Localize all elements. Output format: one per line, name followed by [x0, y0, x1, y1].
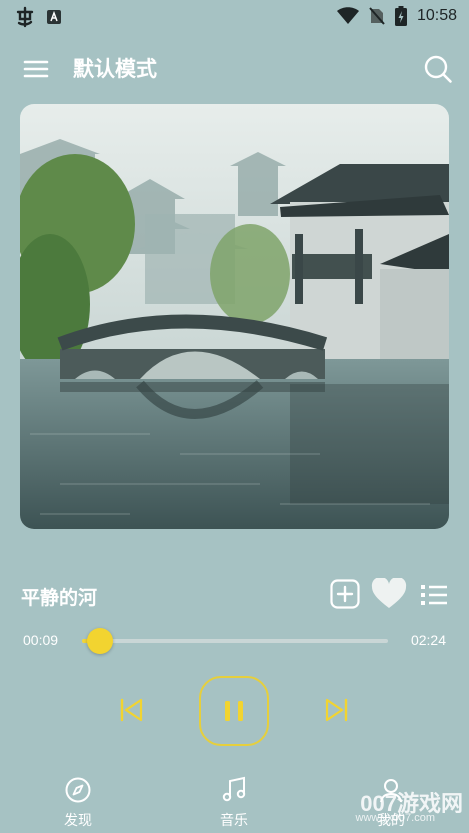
nav-label-music: 音乐 — [220, 813, 248, 829]
page-title: 默认模式 — [73, 57, 157, 81]
search-button[interactable] — [421, 52, 455, 86]
song-info-row: 平静的河 — [20, 576, 450, 614]
watermark-sub: www.yx007.com — [355, 812, 435, 824]
play-pause-button[interactable] — [199, 676, 269, 746]
nav-item-discover[interactable]: 发现 — [33, 776, 123, 830]
nav-item-music[interactable]: 音乐 — [189, 776, 279, 830]
favorite-button[interactable] — [371, 576, 407, 610]
no-sim-icon — [369, 7, 385, 25]
playlist-button[interactable] — [420, 581, 448, 609]
battery-charging-icon — [394, 6, 407, 26]
add-to-playlist-button[interactable] — [330, 579, 360, 609]
total-time: 02:24 — [410, 632, 446, 648]
menu-button[interactable] — [22, 54, 52, 84]
next-button[interactable] — [321, 694, 353, 726]
wifi-icon — [336, 7, 359, 24]
previous-button[interactable] — [115, 694, 147, 726]
skip-next-icon — [325, 698, 348, 722]
pause-icon — [225, 701, 243, 721]
seek-thumb[interactable] — [87, 628, 114, 654]
list-icon — [421, 585, 447, 605]
status-left — [14, 6, 62, 28]
compass-icon — [65, 777, 91, 803]
current-time: 00:09 — [23, 632, 59, 648]
album-cover — [20, 104, 449, 529]
a-badge-icon — [47, 10, 61, 24]
app-glyph-icon — [16, 6, 34, 28]
album-cover-art — [20, 104, 449, 529]
menu-icon — [23, 60, 49, 78]
heart-icon — [371, 576, 407, 608]
seek-track[interactable] — [82, 628, 388, 654]
song-title: 平静的河 — [21, 587, 98, 609]
status-right: 10:58 — [336, 6, 457, 26]
app-bar: 默认模式 — [0, 48, 469, 90]
progress-bar: 00:09 02:24 — [0, 628, 469, 654]
status-time: 10:58 — [416, 7, 457, 24]
status-bar: 10:58 — [0, 0, 469, 36]
music-note-icon — [222, 776, 246, 802]
nav-label-discover: 发现 — [64, 813, 92, 829]
skip-previous-icon — [120, 698, 143, 722]
add-icon — [330, 579, 360, 609]
search-icon — [424, 55, 452, 83]
